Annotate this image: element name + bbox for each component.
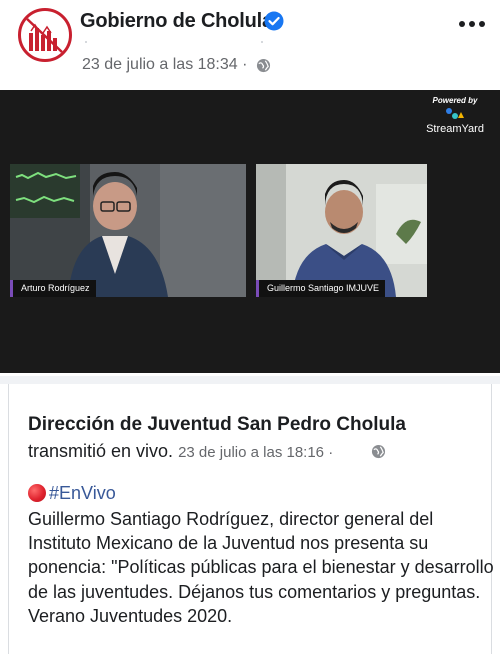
shared-meta: transmitió en vivo. 23 de julio a las 18…	[28, 441, 333, 462]
section-divider	[0, 376, 500, 384]
page-avatar[interactable]	[18, 8, 72, 62]
post-header: Gobierno de Cholula 23 de julio a las 18…	[0, 0, 500, 90]
shared-action-text: transmitió en vivo.	[28, 441, 174, 461]
streamyard-watermark: Powered by StreamYard	[420, 96, 490, 135]
powered-by-label: Powered by	[432, 96, 478, 105]
streamyard-logo-icon	[446, 108, 464, 119]
globe-icon	[256, 58, 271, 73]
page-name-link[interactable]: Gobierno de Cholula	[80, 10, 273, 33]
cholula-logo-icon	[24, 16, 64, 54]
streamyard-brand: StreamYard	[426, 123, 484, 135]
participant-video-image	[10, 164, 246, 297]
verified-badge-icon	[264, 11, 284, 31]
participant-video-image	[256, 164, 427, 297]
participant-feed: Arturo Rodríguez	[10, 164, 246, 297]
shared-page-name-link[interactable]: Dirección de Juventud San Pedro Cholula	[28, 414, 406, 436]
post-timestamp[interactable]: 23 de julio a las 18:34 ·	[82, 56, 247, 74]
hashtag-link[interactable]: #EnVivo	[49, 483, 116, 503]
faint-divider	[85, 41, 263, 43]
participant-name-tag: Arturo Rodríguez	[10, 280, 96, 297]
hashtag-line: #EnVivo	[28, 483, 116, 504]
red-circle-icon	[28, 484, 46, 502]
participant-name-tag: Guillermo Santiago IMJUVE	[256, 280, 386, 297]
globe-icon	[371, 444, 386, 459]
more-options-icon[interactable]	[456, 16, 488, 32]
post-body-text: Guillermo Santiago Rodríguez, director g…	[28, 509, 494, 626]
shared-timestamp[interactable]: 23 de julio a las 18:16 ·	[178, 444, 333, 461]
live-video-player[interactable]: Powered by StreamYard Arturo Rodríguez G…	[0, 90, 500, 373]
participant-feed: Guillermo Santiago IMJUVE	[256, 164, 427, 297]
